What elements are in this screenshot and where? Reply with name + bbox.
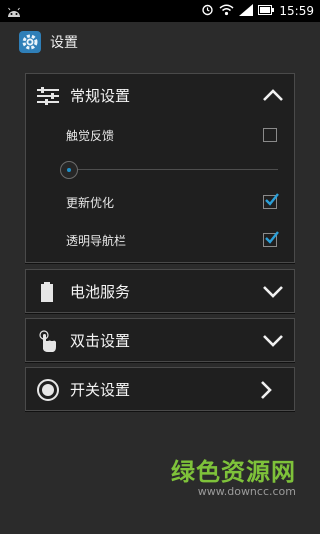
settings-gear-icon[interactable]: [18, 30, 42, 54]
panel-battery-service-header[interactable]: 电池服务: [26, 270, 294, 312]
panel-double-tap-settings[interactable]: 双击设置: [25, 318, 295, 362]
toggle-circle-icon: [36, 378, 60, 402]
wifi-icon: [219, 4, 234, 19]
chevron-right-icon[interactable]: [258, 381, 280, 399]
alarm-icon: [201, 3, 214, 19]
battery-icon: [36, 280, 60, 304]
panel-double-tap-settings-header[interactable]: 双击设置: [26, 319, 294, 361]
app-bar: 设置: [0, 22, 320, 62]
battery-status-icon: [258, 4, 275, 18]
slider-thumb[interactable]: [60, 161, 78, 179]
panel-general-settings-label: 常规设置: [70, 87, 131, 105]
status-time: 15:59: [279, 4, 314, 18]
android-icon: [6, 4, 22, 23]
watermark: 绿色资源网 www.downcc.com: [171, 452, 296, 498]
slider-track: [68, 169, 278, 170]
panel-battery-service[interactable]: 电池服务: [25, 269, 295, 313]
sliders-icon: [36, 84, 60, 108]
tap-hand-icon: [36, 329, 60, 353]
panel-general-settings-header[interactable]: 常规设置: [26, 74, 294, 116]
option-label: 触觉反馈: [66, 129, 115, 143]
feedback-slider[interactable]: [26, 156, 294, 184]
panel-switch-settings-label: 开关设置: [70, 381, 131, 399]
chevron-down-icon[interactable]: [262, 283, 284, 299]
chevron-down-icon[interactable]: [262, 332, 284, 348]
option-update-optimization[interactable]: 更新优化: [26, 190, 294, 214]
panel-double-tap-settings-label: 双击设置: [70, 332, 131, 350]
option-transparent-navbar[interactable]: 透明导航栏: [26, 228, 294, 252]
option-label: 更新优化: [66, 196, 115, 210]
update-optimization-checkbox[interactable]: [263, 193, 279, 209]
transparent-navbar-checkbox[interactable]: [263, 231, 279, 247]
status-bar: 15:59: [0, 0, 320, 22]
haptic-feedback-checkbox[interactable]: [263, 128, 277, 142]
watermark-title: 绿色资源网: [171, 458, 296, 486]
option-haptic-feedback[interactable]: 触觉反馈: [26, 123, 294, 147]
panel-battery-service-label: 电池服务: [70, 283, 131, 301]
chevron-up-icon[interactable]: [262, 87, 284, 103]
panel-switch-settings[interactable]: 开关设置: [25, 367, 295, 411]
panel-switch-settings-header[interactable]: 开关设置: [26, 368, 294, 410]
panel-general-settings: 常规设置 触觉反馈 更新优化 透明导航栏: [25, 73, 295, 263]
page-title: 设置: [50, 35, 78, 51]
signal-icon: [239, 3, 254, 19]
option-label: 透明导航栏: [66, 234, 127, 248]
